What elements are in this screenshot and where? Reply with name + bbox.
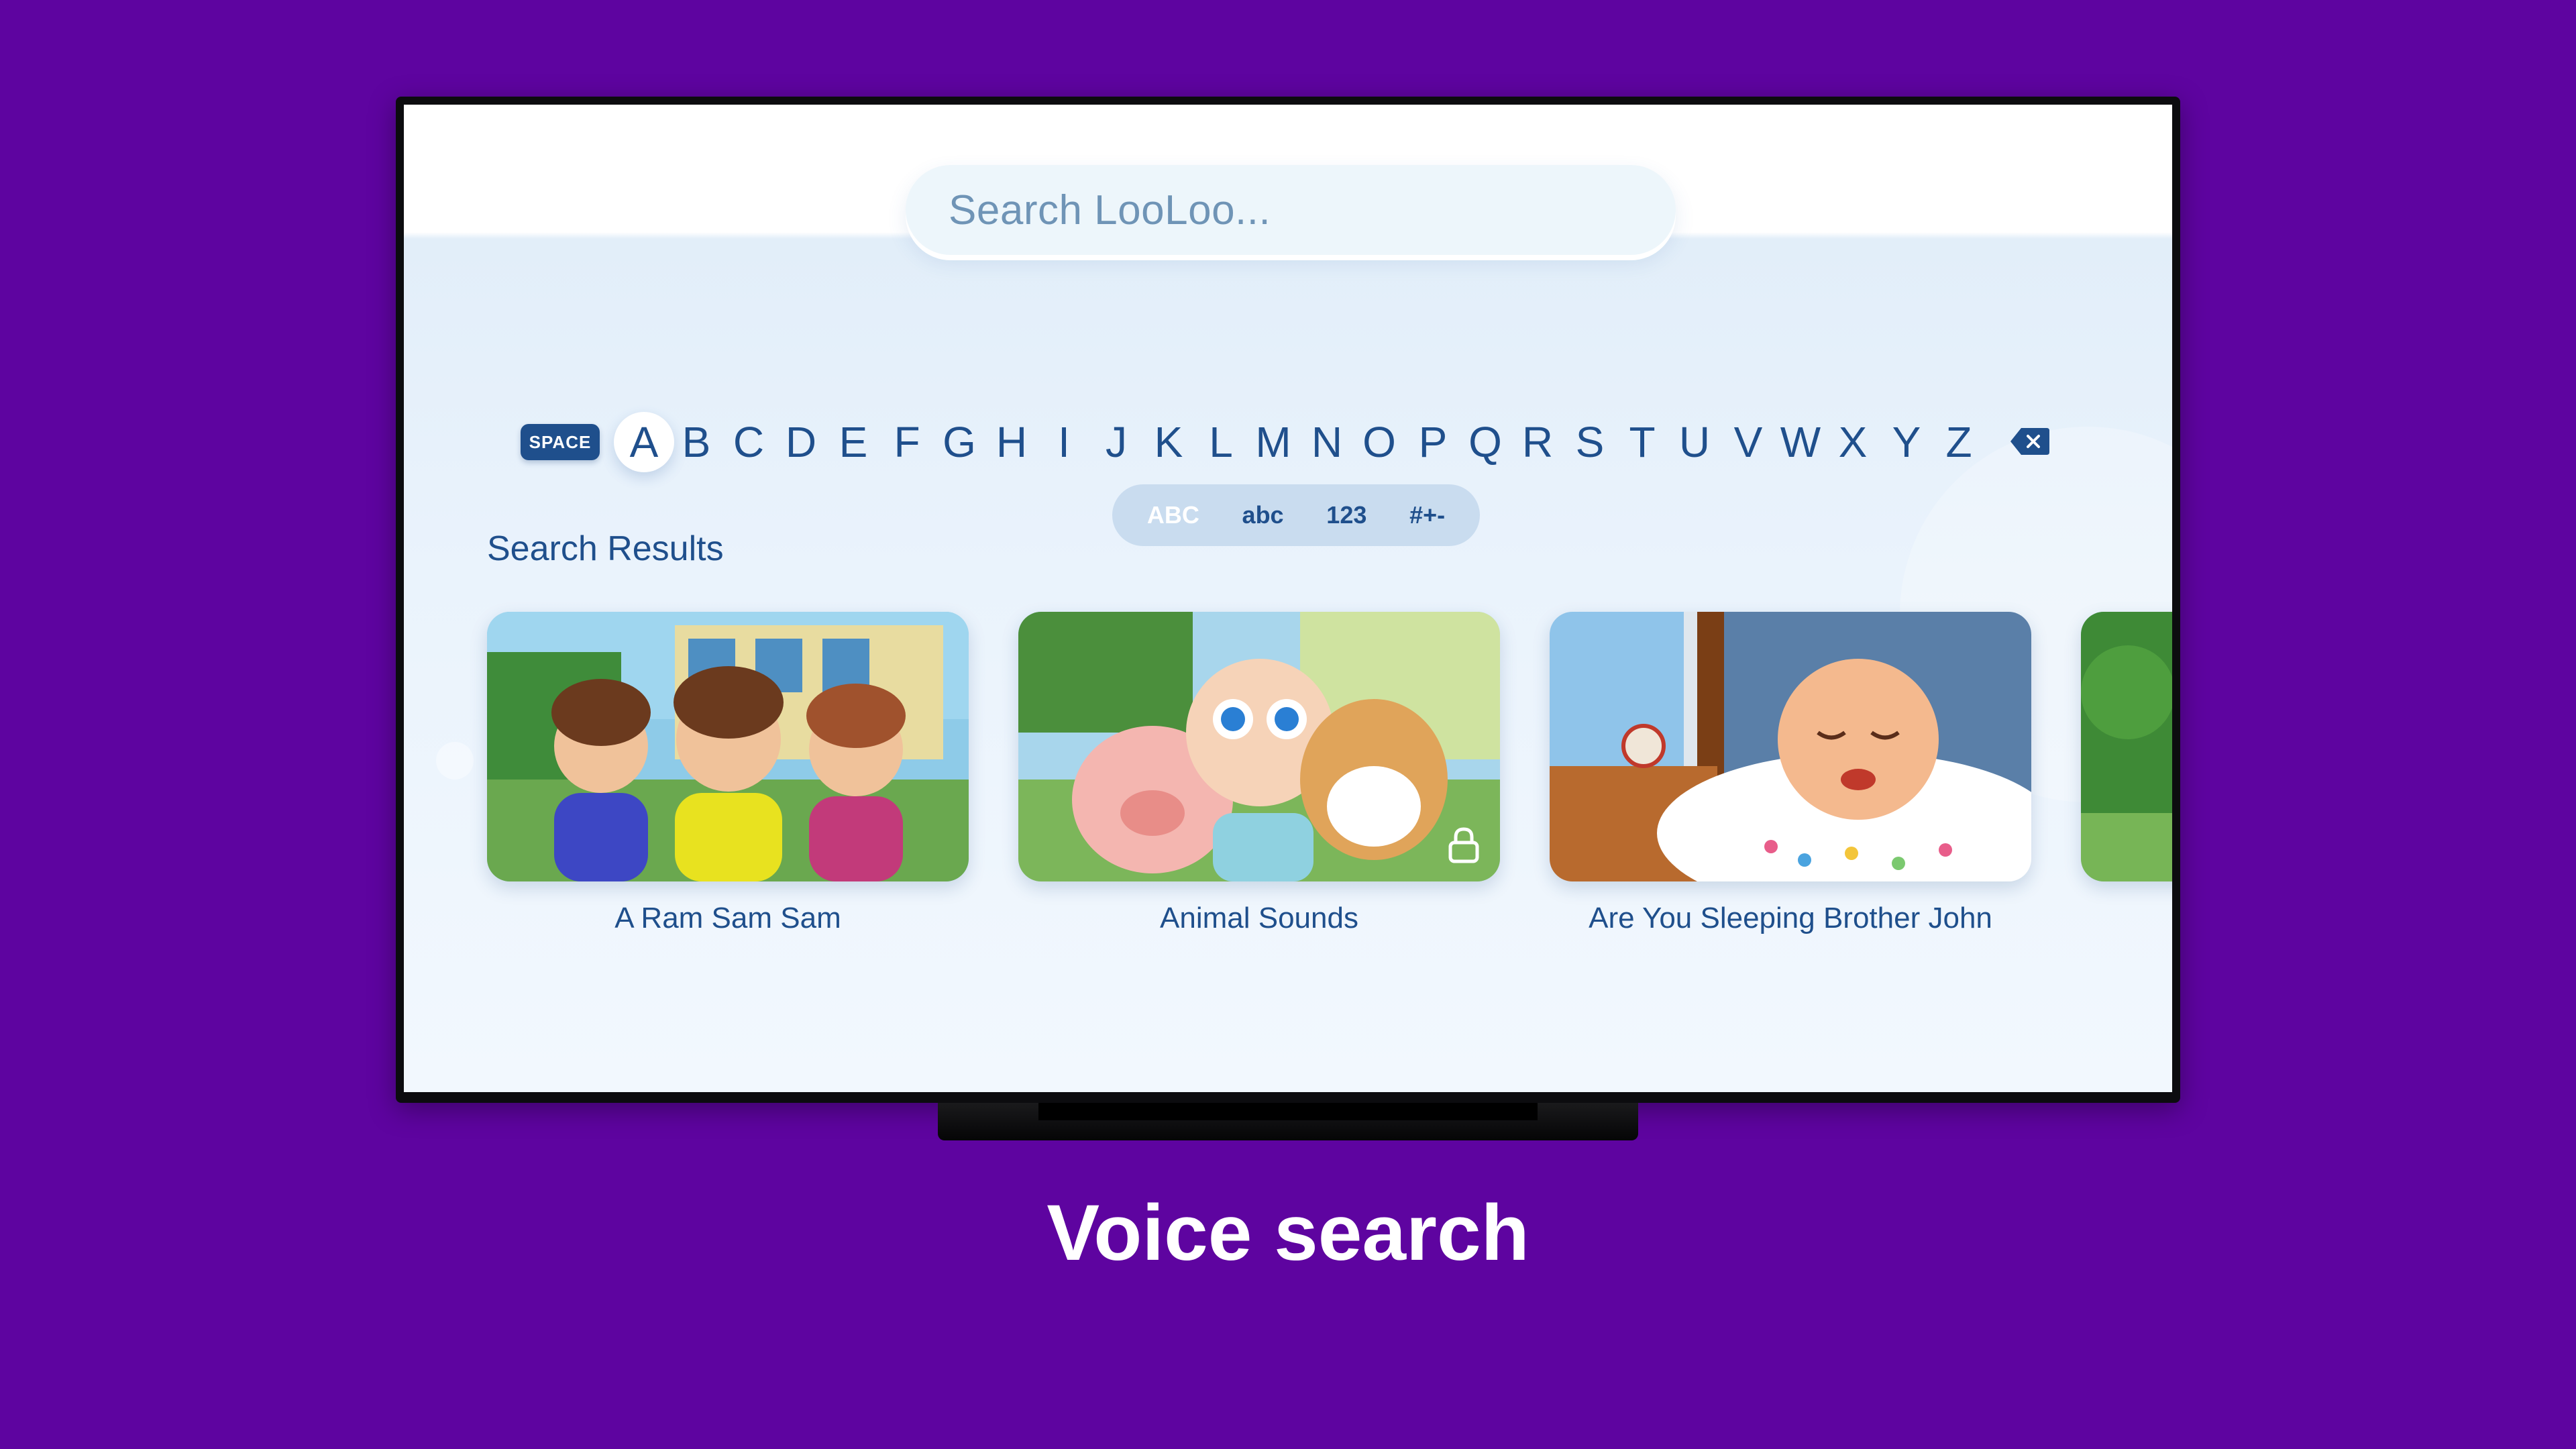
key-x[interactable]: X — [1823, 412, 1883, 472]
key-h[interactable]: H — [981, 412, 1042, 472]
result-card[interactable] — [1550, 612, 2031, 881]
result-thumbnail — [1018, 612, 1500, 881]
key-a[interactable]: A — [614, 412, 674, 472]
key-r[interactable]: R — [1507, 412, 1568, 472]
key-c[interactable]: C — [718, 412, 779, 472]
result-thumbnail — [1550, 612, 2031, 881]
key-z[interactable]: Z — [1929, 412, 1989, 472]
result-card[interactable] — [1018, 612, 1500, 881]
lock-icon — [1448, 827, 1479, 863]
key-v[interactable]: V — [1718, 412, 1778, 472]
key-n[interactable]: N — [1297, 412, 1357, 472]
key-k[interactable]: K — [1138, 412, 1199, 472]
decorative-bubble — [436, 742, 474, 780]
key-s[interactable]: S — [1560, 412, 1620, 472]
key-l[interactable]: L — [1191, 412, 1251, 472]
key-f[interactable]: F — [877, 412, 937, 472]
result-title: Are You Sleeping Brother John — [1589, 902, 1992, 934]
mode-numbers[interactable]: 123 — [1316, 501, 1377, 529]
tv-stand-neck — [1038, 1103, 1538, 1120]
result-title: Animal Sounds — [1160, 902, 1358, 934]
search-results-heading: Search Results — [487, 529, 724, 568]
search-placeholder: Search LooLoo... — [949, 186, 1271, 233]
on-screen-keyboard: SPACE A B C D E F G H I J K L M N O P Q … — [404, 400, 2172, 487]
tv-frame: Search LooLoo... SPACE A B C D E F G H I… — [396, 97, 2180, 1103]
search-input[interactable]: Search LooLoo... — [906, 165, 1676, 255]
key-m[interactable]: M — [1243, 412, 1303, 472]
key-o[interactable]: O — [1349, 412, 1409, 472]
feature-caption: Voice search — [1046, 1189, 1529, 1277]
backspace-icon[interactable] — [2009, 427, 2051, 456]
tv-screen: Search LooLoo... SPACE A B C D E F G H I… — [404, 105, 2172, 1092]
key-b[interactable]: B — [666, 412, 727, 472]
key-d[interactable]: D — [771, 412, 831, 472]
key-i[interactable]: I — [1034, 412, 1094, 472]
key-y[interactable]: Y — [1876, 412, 1937, 472]
mode-uppercase[interactable]: ABC — [1136, 501, 1210, 529]
result-card[interactable] — [2081, 612, 2172, 881]
key-q[interactable]: Q — [1455, 412, 1515, 472]
mode-symbols[interactable]: #+- — [1399, 501, 1456, 529]
mode-lowercase[interactable]: abc — [1232, 501, 1295, 529]
key-u[interactable]: U — [1664, 412, 1725, 472]
result-card[interactable] — [487, 612, 969, 881]
key-g[interactable]: G — [929, 412, 989, 472]
keyboard-mode-toggle: ABC abc 123 #+- — [1112, 484, 1480, 546]
key-p[interactable]: P — [1403, 412, 1463, 472]
space-key[interactable]: SPACE — [521, 424, 600, 460]
key-j[interactable]: J — [1086, 412, 1146, 472]
result-thumbnail — [2081, 612, 2172, 881]
key-t[interactable]: T — [1612, 412, 1672, 472]
key-e[interactable]: E — [823, 412, 883, 472]
result-thumbnail — [487, 612, 969, 881]
result-title: A Ram Sam Sam — [614, 902, 841, 934]
key-w[interactable]: W — [1770, 412, 1831, 472]
